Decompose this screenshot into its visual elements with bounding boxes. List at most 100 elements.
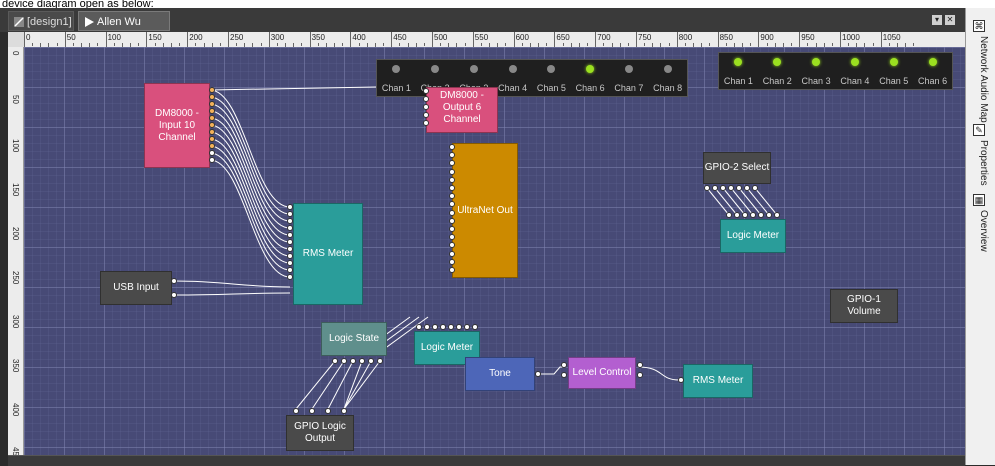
- connection-pin[interactable]: [287, 239, 293, 245]
- connection-pin[interactable]: [449, 144, 455, 150]
- connection-pin[interactable]: [287, 246, 293, 252]
- connection-pin[interactable]: [704, 185, 710, 191]
- design-canvas[interactable]: Chan 1Chan 2Chan 3Chan 4Chan 5Chan 6Chan…: [24, 47, 965, 455]
- side-tab-overview[interactable]: ▦ Overview: [969, 194, 993, 254]
- connection-pin[interactable]: [171, 278, 177, 284]
- connection-pin[interactable]: [209, 108, 215, 114]
- connection-pin[interactable]: [209, 150, 215, 156]
- connection-pin[interactable]: [712, 185, 718, 191]
- tone-block[interactable]: Tone: [465, 357, 535, 391]
- connection-pin[interactable]: [449, 185, 455, 191]
- logic-meter-block[interactable]: Logic Meter: [720, 219, 786, 253]
- connection-pin[interactable]: [416, 324, 422, 330]
- connection-pin[interactable]: [744, 185, 750, 191]
- connection-pin[interactable]: [287, 211, 293, 217]
- connection-pin[interactable]: [423, 112, 429, 118]
- connection-pin[interactable]: [774, 212, 780, 218]
- connection-pin[interactable]: [758, 212, 764, 218]
- connection-pin[interactable]: [736, 185, 742, 191]
- connection-pin[interactable]: [424, 324, 430, 330]
- connection-pin[interactable]: [734, 212, 740, 218]
- connection-pin[interactable]: [287, 260, 293, 266]
- connection-pin[interactable]: [209, 143, 215, 149]
- connection-pin[interactable]: [309, 408, 315, 414]
- connection-pin[interactable]: [449, 250, 455, 257]
- gpio2-select-block[interactable]: GPIO-2 Select: [703, 152, 771, 184]
- connection-pin[interactable]: [423, 120, 429, 126]
- connection-pin[interactable]: [332, 358, 338, 364]
- connection-pin[interactable]: [464, 324, 470, 330]
- side-tab-network-audio-map[interactable]: ⌘ Network Audio Map: [969, 20, 993, 125]
- connection-pin[interactable]: [287, 218, 293, 224]
- connection-pin[interactable]: [561, 362, 567, 368]
- connection-pin[interactable]: [637, 372, 643, 378]
- connection-pin[interactable]: [449, 267, 455, 273]
- tab-design1[interactable]: [design1]: [8, 11, 74, 31]
- close-document-button[interactable]: ✕: [945, 15, 955, 25]
- connection-pin[interactable]: [766, 212, 772, 218]
- connection-pin[interactable]: [449, 217, 455, 224]
- connection-pin[interactable]: [209, 101, 215, 107]
- connection-pin[interactable]: [449, 258, 455, 265]
- gpio1-volume-block[interactable]: GPIO-1 Volume: [830, 289, 898, 323]
- connection-pin[interactable]: [720, 185, 726, 191]
- connection-pin[interactable]: [287, 232, 293, 238]
- connection-pin[interactable]: [171, 292, 177, 298]
- connection-pin[interactable]: [449, 168, 455, 175]
- connection-pin[interactable]: [440, 324, 446, 330]
- connection-pin[interactable]: [287, 225, 293, 231]
- connection-pin[interactable]: [726, 212, 732, 218]
- connection-pin[interactable]: [341, 358, 347, 364]
- connection-pin[interactable]: [209, 115, 215, 121]
- connection-pin[interactable]: [750, 212, 756, 218]
- connection-pin[interactable]: [209, 136, 215, 142]
- connection-pin[interactable]: [209, 129, 215, 135]
- connection-pin[interactable]: [341, 408, 347, 414]
- level-control-block[interactable]: Level Control: [568, 357, 636, 389]
- dm8000-output-block[interactable]: DM8000 - Output 6 Channel: [426, 87, 498, 133]
- connection-pin[interactable]: [742, 212, 748, 218]
- connection-pin[interactable]: [472, 324, 478, 330]
- connection-pin[interactable]: [287, 274, 293, 280]
- gpio-logic-output-block[interactable]: GPIO Logic Output: [286, 415, 354, 451]
- connection-pin[interactable]: [423, 96, 429, 102]
- connection-pin[interactable]: [350, 358, 356, 364]
- connection-pin[interactable]: [752, 185, 758, 191]
- connection-pin[interactable]: [678, 377, 684, 383]
- connection-pin[interactable]: [561, 372, 567, 378]
- dropdown-button[interactable]: ▾: [932, 15, 942, 25]
- connection-pin[interactable]: [209, 122, 215, 128]
- connection-pin[interactable]: [209, 157, 215, 163]
- connection-pin[interactable]: [449, 209, 455, 216]
- connection-pin[interactable]: [377, 358, 383, 364]
- dm8000-input-block[interactable]: DM8000 - Input 10 Channel: [144, 83, 210, 168]
- ruler-label: 0: [26, 33, 31, 42]
- connection-pin[interactable]: [432, 324, 438, 330]
- ultranet-out-block[interactable]: UltraNet Out: [452, 143, 518, 278]
- tab-allen-wu-debug[interactable]: Allen Wu Debug: [78, 11, 170, 48]
- connection-pin[interactable]: [368, 358, 374, 364]
- connection-pin[interactable]: [287, 267, 293, 273]
- connection-pin[interactable]: [423, 104, 429, 110]
- rms-meter-block[interactable]: RMS Meter: [293, 203, 363, 305]
- rms-meter-block-2[interactable]: RMS Meter: [683, 364, 753, 398]
- connection-pin[interactable]: [287, 204, 293, 210]
- connection-pin[interactable]: [449, 176, 455, 183]
- connection-pin[interactable]: [637, 362, 643, 368]
- connection-pin[interactable]: [456, 324, 462, 330]
- connection-pin[interactable]: [287, 253, 293, 259]
- connection-pin[interactable]: [423, 88, 429, 94]
- connection-pin[interactable]: [449, 226, 455, 232]
- connection-pin[interactable]: [293, 408, 299, 414]
- connection-pin[interactable]: [448, 324, 454, 330]
- side-tab-properties[interactable]: ✎ Properties: [969, 124, 993, 186]
- connection-pin[interactable]: [209, 94, 215, 100]
- connection-pin[interactable]: [535, 371, 541, 377]
- connection-pin[interactable]: [209, 87, 215, 93]
- connection-pin[interactable]: [728, 185, 734, 191]
- logic-state-block[interactable]: Logic State: [321, 322, 387, 356]
- connection-pin[interactable]: [359, 358, 365, 364]
- connection-pin[interactable]: [325, 408, 331, 414]
- channel-meter-panel-2[interactable]: Chan 1 Chan 2 Chan 3 Chan 4 Chan 5 Chan 6: [718, 52, 953, 90]
- usb-input-block[interactable]: USB Input: [100, 271, 172, 305]
